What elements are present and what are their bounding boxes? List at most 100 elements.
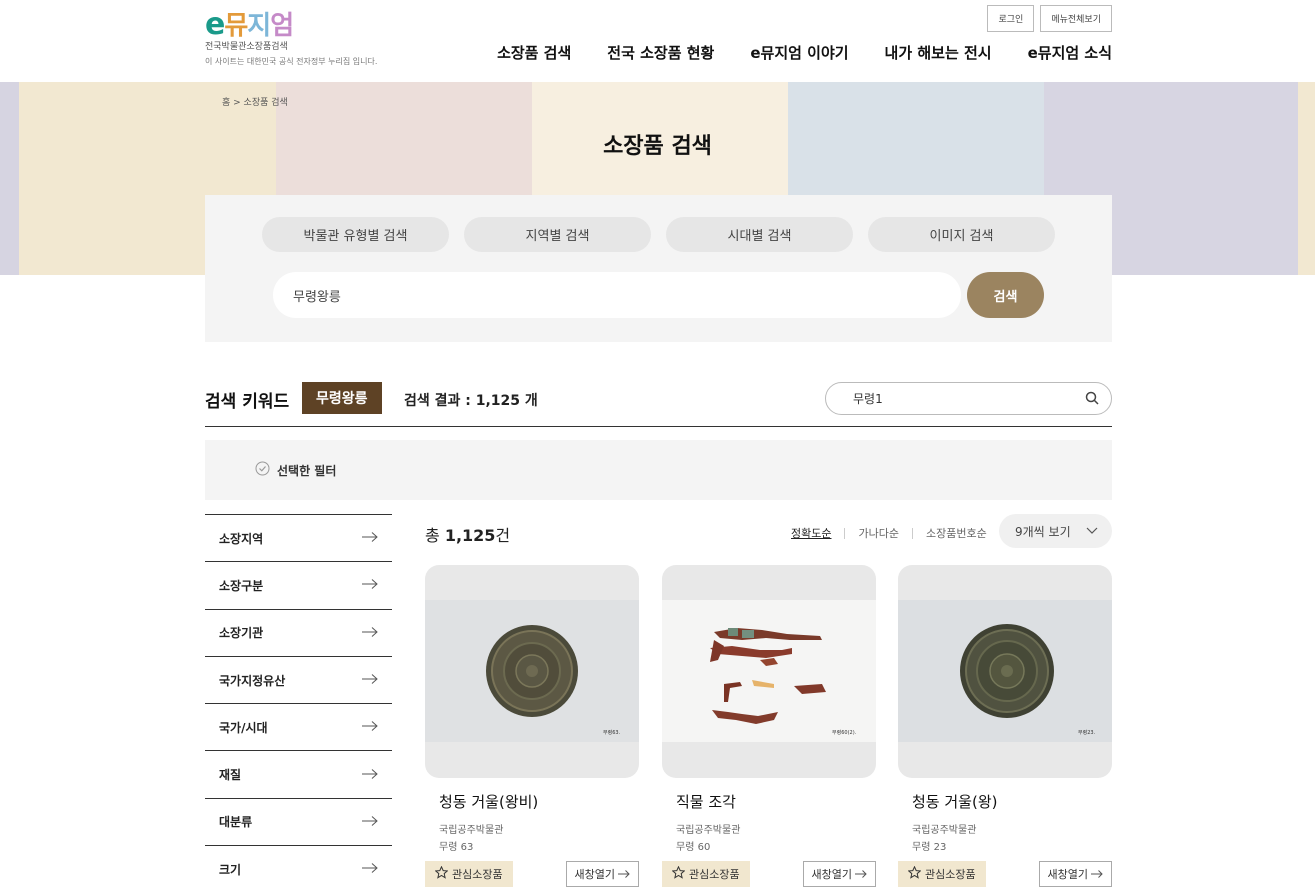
star-icon <box>671 865 686 882</box>
sidebar-item-material[interactable]: 재질 <box>205 750 392 797</box>
logo-char-1: 뮤 <box>224 11 248 41</box>
selected-filter-label: 선택한 필터 <box>277 463 337 478</box>
sidebar-item-label: 소장기관 <box>219 626 264 641</box>
arrow-right-icon <box>362 626 378 640</box>
filter-sidebar: 소장지역 소장구분 소장기관 국가지정유산 국가/시대 재질 대분류 크기 <box>205 514 392 892</box>
card-thumbnail[interactable]: 무령23. <box>898 565 1112 778</box>
search-type-tabs: 박물관 유형별 검색 지역별 검색 시대별 검색 이미지 검색 <box>262 217 1055 252</box>
nav-emuseum-news[interactable]: e뮤지엄 소식 <box>1028 42 1112 63</box>
result-card[interactable]: 무령63. 청동 거울(왕비) 국립공주박물관 무령 63 관심소장품 새창열기 <box>425 565 639 887</box>
photo-tag: 무령60(2). <box>832 729 857 736</box>
total-prefix: 총 <box>425 526 445 545</box>
nav-collection-search[interactable]: 소장품 검색 <box>497 42 571 63</box>
arrow-right-icon <box>362 815 378 829</box>
card-number: 무령 63 <box>439 842 474 853</box>
per-page-select[interactable]: 9개씩 보기 <box>999 514 1112 548</box>
page-title: 소장품 검색 <box>603 134 712 159</box>
tab-image[interactable]: 이미지 검색 <box>868 217 1055 252</box>
total-count: 총 1,125건 <box>425 522 510 546</box>
main-nav: 소장품 검색 전국 소장품 현황 e뮤지엄 이야기 내가 해보는 전시 e뮤지엄… <box>497 42 1112 63</box>
selected-filter-bar: 선택한 필터 <box>205 440 1112 500</box>
sort-alphabetical[interactable]: 가나다순 <box>858 525 898 541</box>
arrow-right-icon <box>362 862 378 876</box>
tab-period[interactable]: 시대별 검색 <box>666 217 853 252</box>
sidebar-item-label: 국가지정유산 <box>219 673 286 688</box>
refine-search-input[interactable]: 무령1 <box>825 382 1112 415</box>
sidebar-item-institution[interactable]: 소장기관 <box>205 608 392 656</box>
bronze-mirror-image: 무령63. <box>425 600 639 742</box>
star-icon <box>907 865 922 882</box>
open-new-window-button[interactable]: 새창열기 <box>1038 861 1112 887</box>
sidebar-item-size[interactable]: 크기 <box>205 845 392 892</box>
logo-char-2: 지 <box>247 11 271 41</box>
arrow-right-icon <box>618 868 630 881</box>
login-button[interactable]: 로그인 <box>987 5 1035 32</box>
tab-museum-type[interactable]: 박물관 유형별 검색 <box>262 217 449 252</box>
card-title[interactable]: 직물 조각 <box>662 791 876 812</box>
keyword-label: 검색 키워드 <box>205 392 290 412</box>
sidebar-item-label: 소장구분 <box>219 578 264 593</box>
divider <box>844 527 846 539</box>
open-new-window-button[interactable]: 새창열기 <box>802 861 876 887</box>
arrow-right-icon <box>362 673 378 687</box>
all-menu-button[interactable]: 메뉴전체보기 <box>1040 5 1112 32</box>
textile-fragment-image: 무령60(2). <box>662 600 876 742</box>
check-circle-icon <box>255 461 270 480</box>
banner-stripe <box>1298 82 1315 275</box>
result-card[interactable]: 무령23. 청동 거울(왕) 국립공주박물관 무령 23 관심소장품 새창열기 <box>898 565 1112 887</box>
divider <box>911 527 913 539</box>
sidebar-item-major-class[interactable]: 대분류 <box>205 797 392 845</box>
open-label: 새창열기 <box>1047 868 1088 881</box>
site-logo[interactable]: e뮤지엄 전국박물관소장품검색 이 사이트는 대한민국 공식 전자정부 누리집 … <box>205 10 378 67</box>
logo-mark: e뮤지엄 <box>205 10 377 41</box>
favorite-button[interactable]: 관심소장품 <box>898 861 986 887</box>
nav-emuseum-story[interactable]: e뮤지엄 이야기 <box>750 42 848 63</box>
search-icon[interactable] <box>1085 391 1099 408</box>
sidebar-item-category[interactable]: 소장구분 <box>205 561 392 608</box>
result-card[interactable]: 무령60(2). 직물 조각 국립공주박물관 무령 60 관심소장품 새창열기 <box>662 565 876 887</box>
banner-stripe <box>0 82 19 275</box>
card-thumbnail[interactable]: 무령60(2). <box>662 565 876 778</box>
favorite-button[interactable]: 관심소장품 <box>662 861 750 887</box>
photo-tag: 무령23. <box>1078 729 1096 736</box>
sidebar-item-label: 소장지역 <box>219 531 264 546</box>
tab-region[interactable]: 지역별 검색 <box>464 217 651 252</box>
arrow-right-icon <box>1091 868 1103 881</box>
keyword-bar: 검색 키워드 무령왕릉 검색 결과 : 1,125 개 무령1 <box>205 382 1112 427</box>
sidebar-item-label: 재질 <box>219 768 242 783</box>
per-page-value: 9개씩 보기 <box>1015 524 1071 539</box>
arrow-right-icon <box>855 868 867 881</box>
card-title[interactable]: 청동 거울(왕비) <box>425 791 639 812</box>
favorite-button[interactable]: 관심소장품 <box>425 861 513 887</box>
search-button[interactable]: 검색 <box>967 272 1044 318</box>
nav-collection-status[interactable]: 전국 소장품 현황 <box>607 42 714 63</box>
top-utility: 로그인 메뉴전체보기 <box>987 5 1112 32</box>
chevron-down-icon <box>1086 524 1098 539</box>
sidebar-item-label: 대분류 <box>219 815 253 830</box>
star-icon <box>434 865 449 882</box>
sidebar-item-region[interactable]: 소장지역 <box>205 514 392 561</box>
arrow-right-icon <box>362 720 378 734</box>
sort-item-number[interactable]: 소장품번호순 <box>926 525 987 541</box>
page: e뮤지엄 전국박물관소장품검색 이 사이트는 대한민국 공식 전자정부 누리집 … <box>0 0 1315 893</box>
breadcrumb[interactable]: 홈 > 소장품 검색 <box>222 95 288 108</box>
sort-accuracy[interactable]: 정확도순 <box>791 525 831 541</box>
nav-my-exhibition[interactable]: 내가 해보는 전시 <box>885 42 992 63</box>
keyword-chip[interactable]: 무령왕릉 <box>302 382 382 414</box>
favorite-label: 관심소장품 <box>925 868 976 881</box>
result-count-text: 검색 결과 : 1,125 개 <box>404 393 538 409</box>
sidebar-item-national-heritage[interactable]: 국가지정유산 <box>205 655 392 703</box>
card-thumbnail[interactable]: 무령63. <box>425 565 639 778</box>
bronze-mirror-image: 무령23. <box>898 600 1112 742</box>
sidebar-item-country-period[interactable]: 국가/시대 <box>205 703 392 750</box>
search-input[interactable]: 무령왕릉 <box>273 272 961 318</box>
sidebar-item-label: 크기 <box>219 862 242 877</box>
total-suffix: 건 <box>495 526 511 545</box>
open-new-window-button[interactable]: 새창열기 <box>565 861 639 887</box>
arrow-right-icon <box>362 578 378 592</box>
logo-e: e <box>205 7 225 42</box>
logo-char-3: 엄 <box>270 11 294 41</box>
card-number: 무령 23 <box>912 842 947 853</box>
gov-notice: 이 사이트는 대한민국 공식 전자정부 누리집 입니다. <box>205 57 378 66</box>
card-title[interactable]: 청동 거울(왕) <box>898 791 1112 812</box>
